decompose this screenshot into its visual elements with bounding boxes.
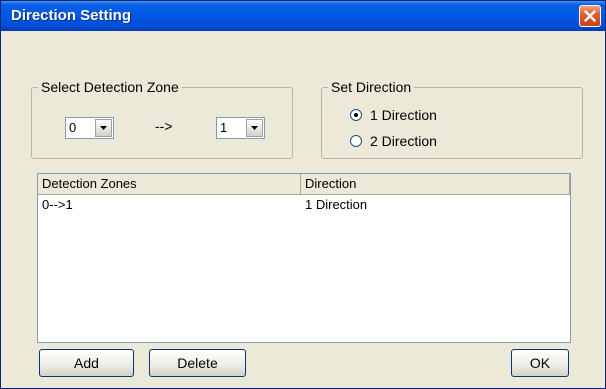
radio-1-direction[interactable]: 1 Direction [350, 107, 437, 123]
radio-button-unselected[interactable] [350, 135, 362, 147]
dialog-title: Direction Setting [11, 7, 132, 24]
ok-button[interactable]: OK [511, 349, 569, 377]
add-button[interactable]: Add [39, 349, 134, 377]
dropdown-arrow-button[interactable] [95, 119, 112, 137]
select-detection-zone-legend: Select Detection Zone [41, 79, 179, 95]
radio-button-selected[interactable] [350, 109, 362, 121]
from-zone-select[interactable]: 0 [65, 117, 114, 139]
chevron-down-icon [251, 126, 258, 130]
zone-arrow-label: --> [155, 118, 173, 134]
to-zone-value: 1 [220, 120, 228, 135]
column-detection-zones[interactable]: Detection Zones [38, 174, 301, 194]
radio-1-direction-label: 1 Direction [370, 107, 437, 123]
to-zone-select[interactable]: 1 [216, 117, 265, 139]
direction-setting-dialog: Direction Setting Select Detection Zone … [0, 0, 606, 389]
close-icon [584, 10, 596, 22]
title-bar[interactable]: Direction Setting [1, 1, 605, 31]
close-button[interactable] [579, 5, 601, 27]
row-zone-cell: 0-->1 [42, 197, 73, 212]
column-direction[interactable]: Direction [301, 174, 570, 194]
radio-2-direction-label: 2 Direction [370, 133, 437, 149]
set-direction-legend: Set Direction [331, 79, 412, 95]
delete-button[interactable]: Delete [149, 349, 246, 377]
list-header: Detection Zones Direction [38, 174, 570, 195]
list-row[interactable]: 0-->1 1 Direction [38, 196, 570, 214]
chevron-down-icon [100, 126, 107, 130]
radio-2-direction[interactable]: 2 Direction [350, 133, 437, 149]
row-direction-cell: 1 Direction [305, 197, 368, 212]
detection-zone-list[interactable]: Detection Zones Direction 0-->1 1 Direct… [37, 173, 571, 343]
from-zone-value: 0 [69, 120, 77, 135]
dropdown-arrow-button[interactable] [246, 119, 263, 137]
